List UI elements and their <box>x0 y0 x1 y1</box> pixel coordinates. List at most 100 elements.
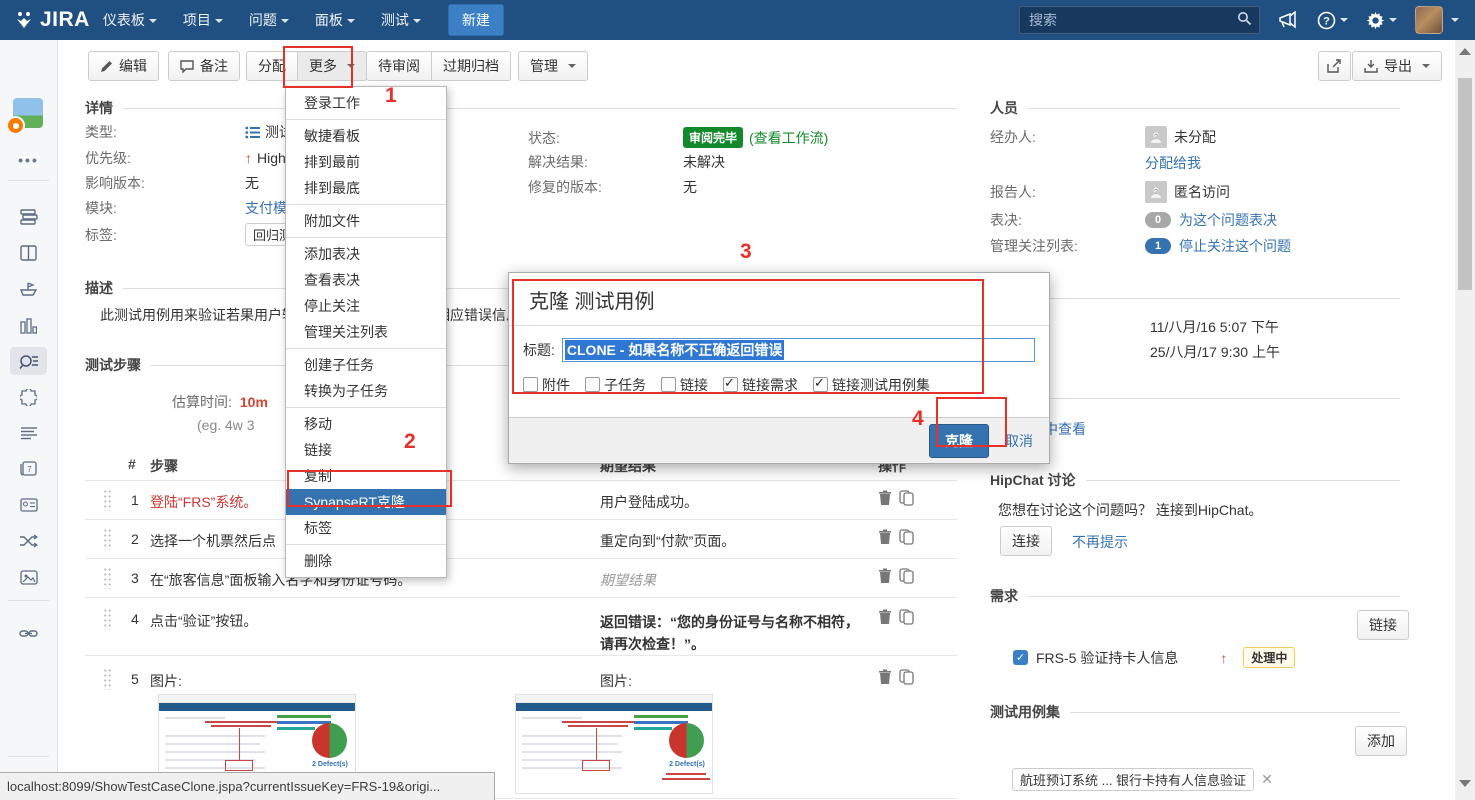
checkbox-subtasks[interactable]: 子任务 <box>585 375 656 395</box>
sidebar-more-icon[interactable]: ••• <box>0 145 57 175</box>
nav-tests[interactable]: 测试 <box>368 10 434 30</box>
toolbar-await-review-button[interactable]: 待审阅 <box>366 51 432 81</box>
nav-projects[interactable]: 项目 <box>170 10 236 30</box>
toolbar-admin-button[interactable]: 管理 <box>518 51 588 81</box>
clone-cancel-link[interactable]: 取消 <box>1005 431 1033 451</box>
nav-issues[interactable]: 问题 <box>236 10 302 30</box>
jira-issue-page: JIRA 仪表板 项目 问题 面板 测试 新建 ? <box>0 0 1475 800</box>
nav-dashboards[interactable]: 仪表板 <box>90 10 170 30</box>
menu-item[interactable]: 转换为子任务 <box>286 378 446 404</box>
delete-step-icon[interactable] <box>878 568 892 584</box>
copy-step-icon[interactable] <box>899 669 914 685</box>
copy-step-icon[interactable] <box>899 609 914 625</box>
sidebar-pages-icon[interactable]: 7 <box>0 454 57 484</box>
checkbox-links[interactable]: 链接 <box>661 375 718 395</box>
scrollbar-thumb[interactable] <box>1458 78 1472 290</box>
testsets-add-button[interactable]: 添加 <box>1355 726 1407 756</box>
toolbar-comment-button[interactable]: 备注 <box>168 51 240 81</box>
drag-handle[interactable] <box>103 608 112 630</box>
search-icon[interactable] <box>1237 11 1252 26</box>
checkbox-link-testsets[interactable]: 链接测试用例集 <box>813 375 940 395</box>
hipchat-section-header: HipChat 讨论 <box>990 470 1400 490</box>
toolbar-expire-archive-button[interactable]: 过期归档 <box>431 51 511 81</box>
clone-confirm-button[interactable]: 克隆 <box>929 424 989 458</box>
hipchat-dismiss-link[interactable]: 不再提示 <box>1072 532 1128 552</box>
menu-item[interactable]: 敏捷看板 <box>286 123 446 149</box>
create-button[interactable]: 新建 <box>448 4 504 36</box>
sidebar-profile-card-icon[interactable] <box>0 490 57 520</box>
share-button[interactable] <box>1318 51 1351 81</box>
checkbox-link-requirements[interactable]: 链接需求 <box>723 375 808 395</box>
jira-logo[interactable]: JIRA <box>14 8 90 32</box>
sidebar-shuffle-icon[interactable] <box>0 526 57 556</box>
sidebar-search-issues-icon[interactable] <box>0 346 57 376</box>
menu-item[interactable]: 管理关注列表 <box>286 319 446 345</box>
menu-item[interactable]: 排到最前 <box>286 149 446 175</box>
admin-menu[interactable] <box>1366 11 1397 30</box>
drag-handle[interactable] <box>103 567 112 589</box>
scroll-up-arrow[interactable] <box>1459 48 1471 55</box>
toolbar-more-button[interactable]: 更多 <box>297 51 367 81</box>
delete-step-icon[interactable] <box>878 490 892 506</box>
copy-step-icon[interactable] <box>899 568 914 584</box>
expected-screenshot-thumbnail[interactable]: 2 Defect(s) <box>515 694 713 794</box>
menu-item[interactable]: 复制 <box>286 463 446 489</box>
chevron-down-icon <box>281 19 289 23</box>
requirements-link-button[interactable]: 链接 <box>1357 610 1409 640</box>
avatar-unassigned: ? <box>1145 126 1167 148</box>
menu-item[interactable]: 停止关注 <box>286 293 446 319</box>
sidebar-link-icon[interactable] <box>0 618 57 648</box>
menu-item[interactable]: 创建子任务 <box>286 352 446 378</box>
delete-step-icon[interactable] <box>878 669 892 685</box>
view-workflow-link[interactable]: (查看工作流) <box>749 128 828 148</box>
help-menu[interactable]: ? <box>1317 11 1348 30</box>
drag-handle[interactable] <box>103 489 112 511</box>
menu-item[interactable]: 删除 <box>286 548 446 574</box>
field-votes: 表决: 0 为这个问题表决 <box>990 210 1277 230</box>
requirement-checkbox[interactable]: ✓ <box>1013 650 1028 665</box>
assign-to-me-link[interactable]: 分配给我 <box>1145 153 1201 173</box>
sidebar-backlog-icon[interactable] <box>0 202 57 232</box>
search-input[interactable] <box>1019 6 1260 34</box>
menu-item[interactable]: 排到最底 <box>286 175 446 201</box>
user-menu[interactable] <box>1415 6 1459 34</box>
menu-item[interactable]: 附加文件 <box>286 208 446 234</box>
menu-item[interactable]: 登录工作 <box>286 90 446 116</box>
vote-link[interactable]: 为这个问题表决 <box>1179 210 1277 230</box>
menu-item[interactable]: 添加表决 <box>286 241 446 267</box>
sidebar-board-icon[interactable] <box>0 238 57 268</box>
copy-step-icon[interactable] <box>899 529 914 545</box>
menu-item[interactable]: 移动 <box>286 411 446 437</box>
drag-handle[interactable] <box>103 668 112 690</box>
sidebar-reports-icon[interactable] <box>0 311 57 341</box>
sidebar-releases-icon[interactable] <box>0 274 57 304</box>
announcement-icon[interactable] <box>1278 11 1299 29</box>
sidebar-addons-icon[interactable] <box>0 382 57 412</box>
toolbar-edit-button[interactable]: 编辑 <box>88 51 159 81</box>
delete-step-icon[interactable] <box>878 529 892 545</box>
field-fix-version: 修复的版本: 无 <box>528 177 697 197</box>
page-scrollbar[interactable] <box>1455 40 1475 800</box>
top-navbar: JIRA 仪表板 项目 问题 面板 测试 新建 ? <box>0 0 1475 40</box>
people-section-header: 人员 <box>990 98 1400 118</box>
nav-boards[interactable]: 面板 <box>302 10 368 30</box>
menu-item[interactable]: 链接 <box>286 437 446 463</box>
sidebar-media-icon[interactable] <box>0 562 57 592</box>
testset-chip[interactable]: 航班预订系统 ... 银行卡持有人信息验证 <box>1012 768 1254 791</box>
menu-item[interactable]: 查看表决 <box>286 267 446 293</box>
toolbar-assign-button[interactable]: 分配 <box>246 51 298 81</box>
menu-item[interactable]: 标签 <box>286 515 446 541</box>
requirement-item[interactable]: ✓ FRS-5 验证持卡人信息 ↑ 处理中 <box>1013 647 1295 668</box>
scroll-down-arrow[interactable] <box>1459 780 1471 787</box>
drag-handle[interactable] <box>103 528 112 550</box>
stop-watching-link[interactable]: 停止关注这个问题 <box>1179 236 1291 256</box>
menu-item-synapsert-clone[interactable]: SynapseRT克隆 <box>286 489 446 515</box>
hipchat-connect-button[interactable]: 连接 <box>1000 526 1052 556</box>
delete-step-icon[interactable] <box>878 609 892 625</box>
copy-step-icon[interactable] <box>899 490 914 506</box>
export-button[interactable]: 导出 <box>1352 51 1442 81</box>
checkbox-attachments[interactable]: 附件 <box>523 375 580 395</box>
clone-title-input[interactable]: CLONE - 如果名称不正确返回错误 <box>562 338 1035 362</box>
remove-testset-icon[interactable]: ✕ <box>1261 771 1273 788</box>
sidebar-components-icon[interactable] <box>0 418 57 448</box>
